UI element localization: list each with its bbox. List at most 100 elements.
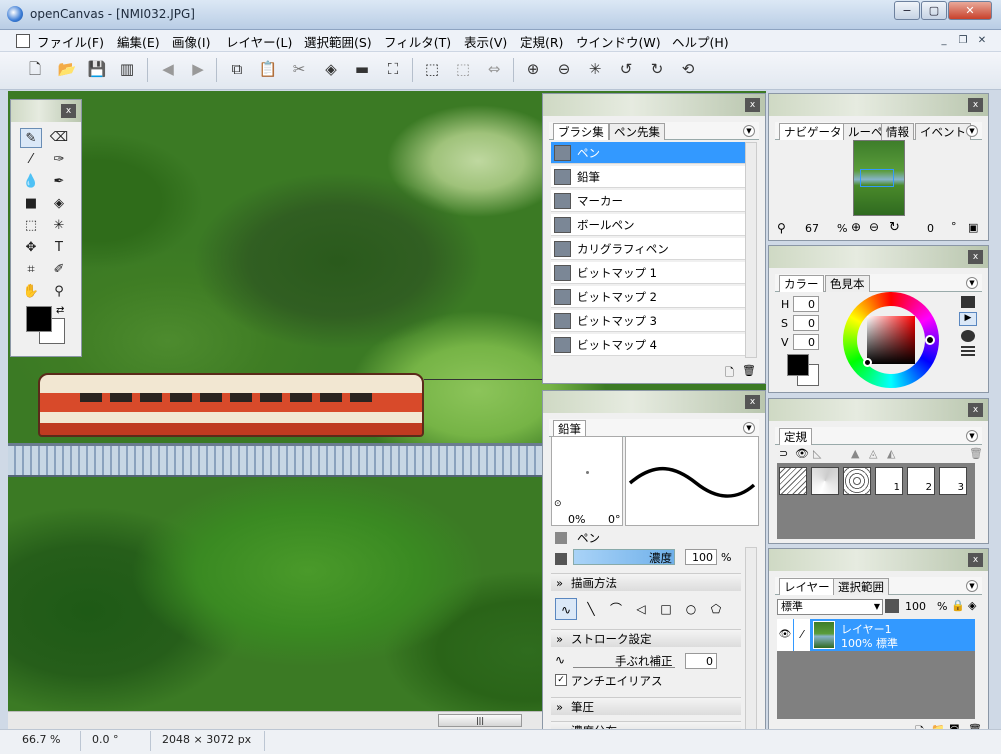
brush-item[interactable]: 鉛筆: [551, 166, 745, 188]
foreground-color-swatch[interactable]: [26, 306, 52, 332]
fill-icon[interactable]: ◈: [320, 58, 342, 80]
menu-layer[interactable]: レイヤー(L): [226, 32, 292, 51]
chevron-down-icon[interactable]: ▼: [966, 125, 978, 137]
close-icon[interactable]: x: [968, 250, 983, 264]
menu-image[interactable]: 画像(I): [172, 32, 210, 51]
ellipse-icon[interactable]: ○: [680, 598, 702, 620]
close-icon[interactable]: x: [61, 104, 76, 118]
sv-square[interactable]: [867, 316, 915, 364]
layer-row[interactable]: 👁 ⁄ レイヤー1 100% 標準: [777, 619, 975, 651]
brush-item[interactable]: ビットマップ 2: [551, 286, 745, 308]
tab-tip-set[interactable]: ペン先集: [609, 123, 665, 140]
h-input[interactable]: 0: [793, 296, 819, 312]
water-tool-icon[interactable]: 💧: [20, 172, 42, 192]
minimize-button[interactable]: −: [894, 1, 920, 20]
circle-mode-icon[interactable]: [961, 330, 975, 342]
rotate-left-icon[interactable]: ↺: [615, 58, 637, 80]
layer-header[interactable]: x: [769, 549, 988, 571]
triangle-half-icon[interactable]: ◭: [887, 447, 895, 460]
brush-panel-header[interactable]: x: [543, 94, 765, 116]
rotation-value[interactable]: 0: [927, 222, 934, 235]
slider-mode-icon[interactable]: [961, 346, 975, 358]
menu-selection[interactable]: 選択範囲(S): [304, 32, 372, 51]
ruler-header[interactable]: x: [769, 399, 988, 421]
brush-item[interactable]: ビットマップ 3: [551, 310, 745, 332]
view-rect[interactable]: [860, 169, 894, 187]
eyedropper-icon[interactable]: ✐: [48, 260, 70, 280]
eye-icon[interactable]: 👁: [795, 447, 809, 460]
polygon-icon[interactable]: ⬠: [705, 598, 727, 620]
zoom-in-icon[interactable]: ⊕: [522, 58, 544, 80]
copy-icon[interactable]: ⧉: [226, 58, 248, 80]
stabilizer-input[interactable]: 0: [685, 653, 717, 669]
settings-scrollbar[interactable]: [745, 547, 757, 737]
close-icon[interactable]: x: [968, 98, 983, 112]
color-header[interactable]: x: [769, 246, 988, 268]
opacity-value[interactable]: 100: [905, 600, 926, 613]
tab-swatches[interactable]: 色見本: [825, 275, 870, 292]
fit-screen-icon[interactable]: ✳: [584, 58, 606, 80]
color-mode-icon[interactable]: [961, 296, 975, 308]
density-input[interactable]: 100: [685, 549, 717, 565]
new-file-icon[interactable]: 🗋: [24, 58, 46, 80]
brush-item[interactable]: ビットマップ 1: [551, 262, 745, 284]
undo-step-icon[interactable]: ◀: [157, 58, 179, 80]
tip-reset-icon[interactable]: ⊙: [554, 499, 562, 509]
tab-info[interactable]: 情報: [881, 123, 914, 140]
ruler-perspective-2-icon[interactable]: 2: [907, 467, 935, 495]
tab-selection[interactable]: 選択範囲: [833, 578, 889, 595]
lock-icon[interactable]: 🔒: [951, 599, 965, 612]
curve-icon[interactable]: ⌒: [605, 598, 627, 620]
select-tool-icon[interactable]: ⬚: [20, 216, 42, 236]
bucket-tool-icon[interactable]: ◈: [48, 194, 70, 214]
menu-ruler[interactable]: 定規(R): [520, 32, 563, 51]
brush-tool-icon[interactable]: ⁄: [20, 150, 42, 170]
section-pressure[interactable]: » 筆圧: [551, 697, 741, 715]
ruler-toggle-icon[interactable]: ⊃: [779, 447, 788, 460]
antialias-checkbox[interactable]: ✓: [555, 674, 567, 686]
document-icon[interactable]: [16, 34, 30, 48]
save-all-icon[interactable]: ▥: [116, 58, 138, 80]
magic-wand-icon[interactable]: ✳: [48, 216, 70, 236]
close-icon[interactable]: x: [745, 395, 760, 409]
eraser-tool-icon[interactable]: ⌫: [48, 128, 70, 148]
navigator-header[interactable]: x: [769, 94, 988, 116]
text-tool-icon[interactable]: T: [48, 238, 70, 258]
crop-tool-icon[interactable]: ⌗: [20, 260, 42, 280]
settings-panel-header[interactable]: x: [543, 391, 765, 413]
toolbox-header[interactable]: x: [11, 100, 81, 122]
hue-ring[interactable]: [843, 292, 939, 388]
maximize-button[interactable]: ▢: [921, 1, 947, 20]
deselect-icon[interactable]: ⬚: [452, 58, 474, 80]
chevron-down-icon[interactable]: ▼: [743, 125, 755, 137]
blend-mode-select[interactable]: 標準 ▼: [777, 599, 883, 615]
chevron-down-icon[interactable]: ▼: [966, 277, 978, 289]
ruler-perspective-3-icon[interactable]: 3: [939, 467, 967, 495]
ruler-perspective-1-icon[interactable]: 1: [875, 467, 903, 495]
ruler-concentric-icon[interactable]: [843, 467, 871, 495]
airbrush-tool-icon[interactable]: ✑: [48, 150, 70, 170]
hand-tool-icon[interactable]: ✋: [20, 282, 42, 302]
s-input[interactable]: 0: [793, 315, 819, 331]
menu-view[interactable]: 表示(V): [464, 32, 507, 51]
navigator-thumbnail[interactable]: [853, 140, 905, 216]
brush-item[interactable]: カリグラフィペン: [551, 238, 745, 260]
close-icon[interactable]: x: [745, 98, 760, 112]
zoom-out-icon[interactable]: ⊖: [869, 220, 879, 234]
ruler-parallel-icon[interactable]: [779, 467, 807, 495]
app-icon[interactable]: [7, 6, 23, 22]
rectangle-icon[interactable]: □: [655, 598, 677, 620]
line-icon[interactable]: ╲: [580, 598, 602, 620]
transform-icon[interactable]: ⛶: [382, 58, 404, 80]
hue-cursor[interactable]: [925, 335, 935, 345]
close-icon[interactable]: x: [968, 553, 983, 567]
brush-item[interactable]: ペン: [551, 142, 745, 164]
menu-file[interactable]: ファイル(F): [37, 32, 104, 51]
tab-layer[interactable]: レイヤー: [779, 578, 835, 595]
eraser-icon[interactable]: ▬: [351, 58, 373, 80]
freehand-icon[interactable]: ∿: [555, 598, 577, 620]
menu-help[interactable]: ヘルプ(H): [672, 32, 729, 51]
swap-colors-icon[interactable]: ⇄: [56, 305, 64, 316]
brush-item[interactable]: ビットマップ 4: [551, 334, 745, 356]
ruler-radial-icon[interactable]: [811, 467, 839, 495]
